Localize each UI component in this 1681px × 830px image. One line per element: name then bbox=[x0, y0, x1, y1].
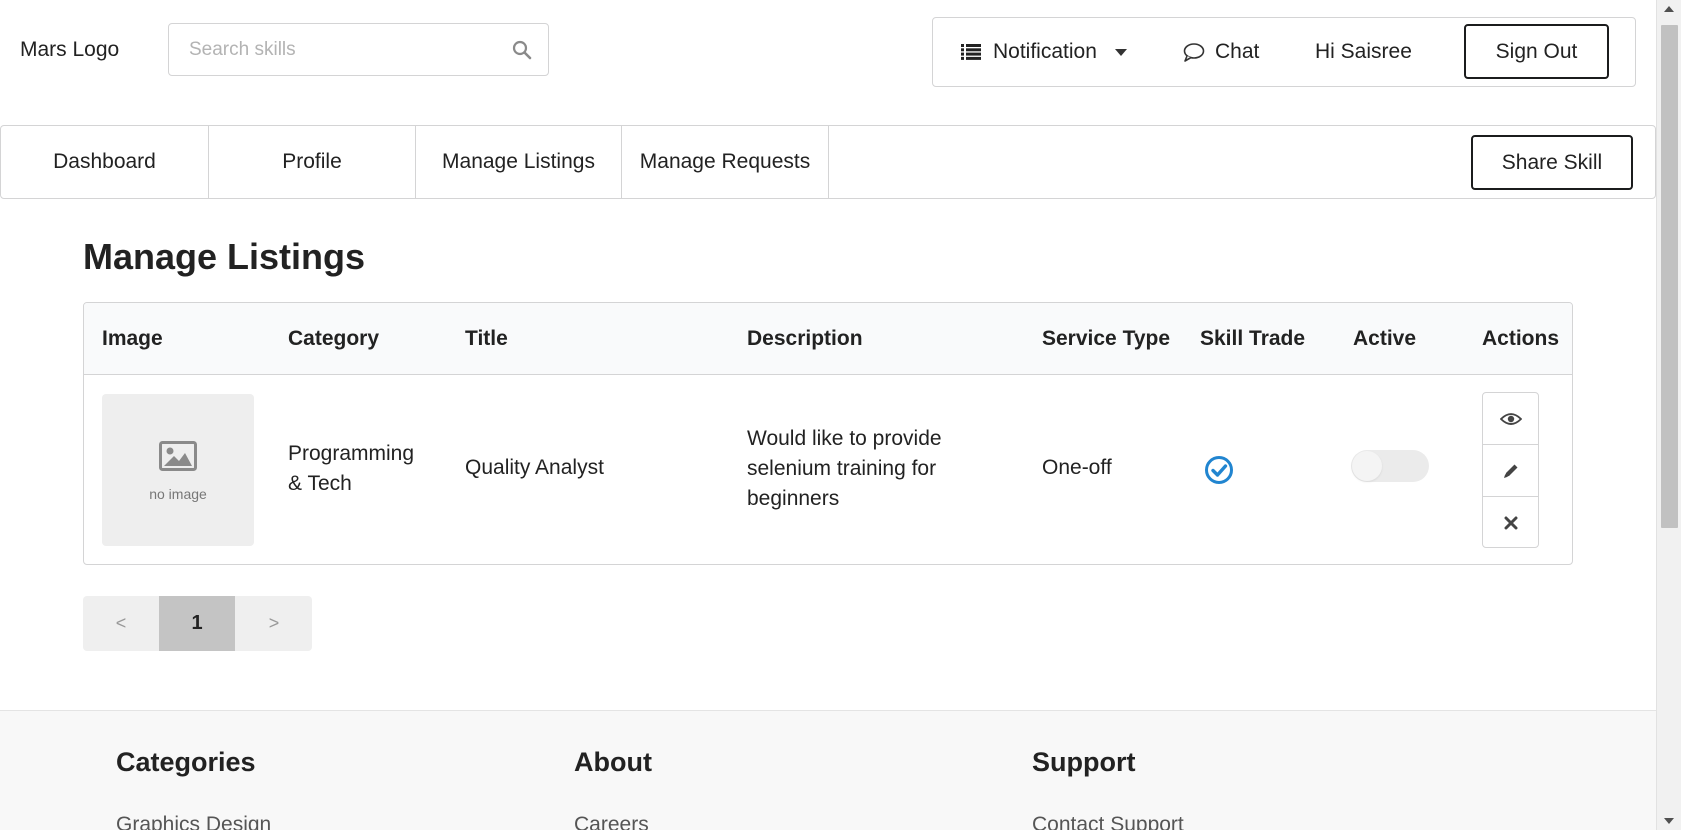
page-1-button[interactable]: 1 bbox=[159, 596, 235, 651]
tab-manage-requests[interactable]: Manage Requests bbox=[622, 126, 829, 198]
chat-bubble-icon bbox=[1183, 43, 1205, 62]
image-placeholder-icon bbox=[159, 441, 197, 471]
tab-dashboard[interactable]: Dashboard bbox=[1, 126, 209, 198]
footer-heading-support: Support bbox=[1032, 747, 1136, 777]
column-header-active: Active bbox=[1353, 327, 1417, 350]
footer-heading-categories: Categories bbox=[116, 747, 256, 777]
delete-button[interactable] bbox=[1483, 497, 1538, 549]
pencil-icon bbox=[1503, 464, 1517, 478]
column-header-category: Category bbox=[288, 327, 380, 350]
footer: Categories Graphics Design About Careers… bbox=[0, 710, 1656, 830]
view-button[interactable] bbox=[1483, 393, 1538, 445]
column-header-description: Description bbox=[747, 327, 863, 350]
share-skill-button[interactable]: Share Skill bbox=[1471, 135, 1633, 190]
tab-manage-listings[interactable]: Manage Listings bbox=[416, 126, 622, 198]
scroll-down-arrow-icon[interactable] bbox=[1664, 818, 1674, 824]
listing-image: no image bbox=[102, 394, 254, 546]
page: Mars Logo Notification Chat Hi Sais bbox=[0, 0, 1656, 830]
footer-link-graphics-design[interactable]: Graphics Design bbox=[116, 813, 271, 830]
sign-out-button[interactable]: Sign Out bbox=[1464, 24, 1609, 79]
toggle-knob bbox=[1352, 451, 1382, 481]
page-title: Manage Listings bbox=[83, 236, 366, 277]
category-line: Programming bbox=[288, 442, 415, 465]
edit-button[interactable] bbox=[1483, 445, 1538, 497]
caret-down-icon bbox=[1114, 48, 1127, 56]
user-greeting[interactable]: Hi Saisree bbox=[1315, 18, 1412, 86]
footer-heading-about: About bbox=[574, 747, 652, 777]
listings-table: Image Category Title Description Service… bbox=[83, 302, 1573, 565]
column-header-skill-trade: Skill Trade bbox=[1200, 327, 1306, 350]
next-page-button[interactable]: > bbox=[236, 596, 312, 651]
actions-group bbox=[1482, 392, 1539, 548]
category-line: & Tech bbox=[288, 472, 352, 495]
scroll-up-arrow-icon[interactable] bbox=[1664, 6, 1674, 12]
scrollbar-thumb[interactable] bbox=[1661, 25, 1678, 528]
vertical-scrollbar[interactable] bbox=[1656, 0, 1681, 830]
column-header-actions: Actions bbox=[1482, 327, 1560, 350]
search-icon[interactable] bbox=[512, 40, 532, 60]
active-toggle[interactable] bbox=[1351, 450, 1429, 482]
listing-title: Quality Analyst bbox=[465, 456, 604, 479]
footer-link-contact-support[interactable]: Contact Support bbox=[1032, 813, 1184, 830]
description-line: Would like to provide bbox=[747, 427, 942, 450]
listing-service-type: One-off bbox=[1042, 456, 1112, 479]
prev-page-button[interactable]: < bbox=[83, 596, 159, 651]
mars-logo[interactable]: Mars Logo bbox=[20, 38, 119, 62]
column-header-service-type: Service Type bbox=[1042, 327, 1171, 350]
description-line: beginners bbox=[747, 487, 840, 510]
description-line: selenium training for bbox=[747, 457, 937, 480]
chat-link[interactable]: Chat bbox=[1183, 18, 1259, 86]
notification-label: Notification bbox=[993, 40, 1097, 63]
tab-profile[interactable]: Profile bbox=[209, 126, 416, 198]
top-menu: Notification Chat Hi Saisree Sign Out bbox=[932, 17, 1636, 87]
check-circle-icon bbox=[1205, 456, 1233, 484]
listing-category: Programming & Tech bbox=[288, 439, 414, 499]
footer-link-careers[interactable]: Careers bbox=[574, 813, 649, 830]
table-header: Image Category Title Description Service… bbox=[84, 303, 1572, 375]
close-icon bbox=[1504, 516, 1517, 530]
listing-description: Would like to provide selenium training … bbox=[747, 424, 942, 514]
eye-icon bbox=[1499, 412, 1522, 425]
search-input[interactable] bbox=[189, 38, 489, 62]
list-icon bbox=[961, 44, 981, 60]
pagination: < 1 > bbox=[83, 596, 312, 651]
main-nav: Dashboard Profile Manage Listings Manage… bbox=[0, 125, 1656, 199]
no-image-caption: no image bbox=[149, 486, 207, 502]
chat-label: Chat bbox=[1215, 40, 1260, 63]
search-box[interactable] bbox=[168, 23, 549, 76]
column-header-image: Image bbox=[102, 327, 163, 350]
notification-dropdown[interactable]: Notification bbox=[961, 18, 1127, 86]
column-header-title: Title bbox=[465, 327, 508, 350]
